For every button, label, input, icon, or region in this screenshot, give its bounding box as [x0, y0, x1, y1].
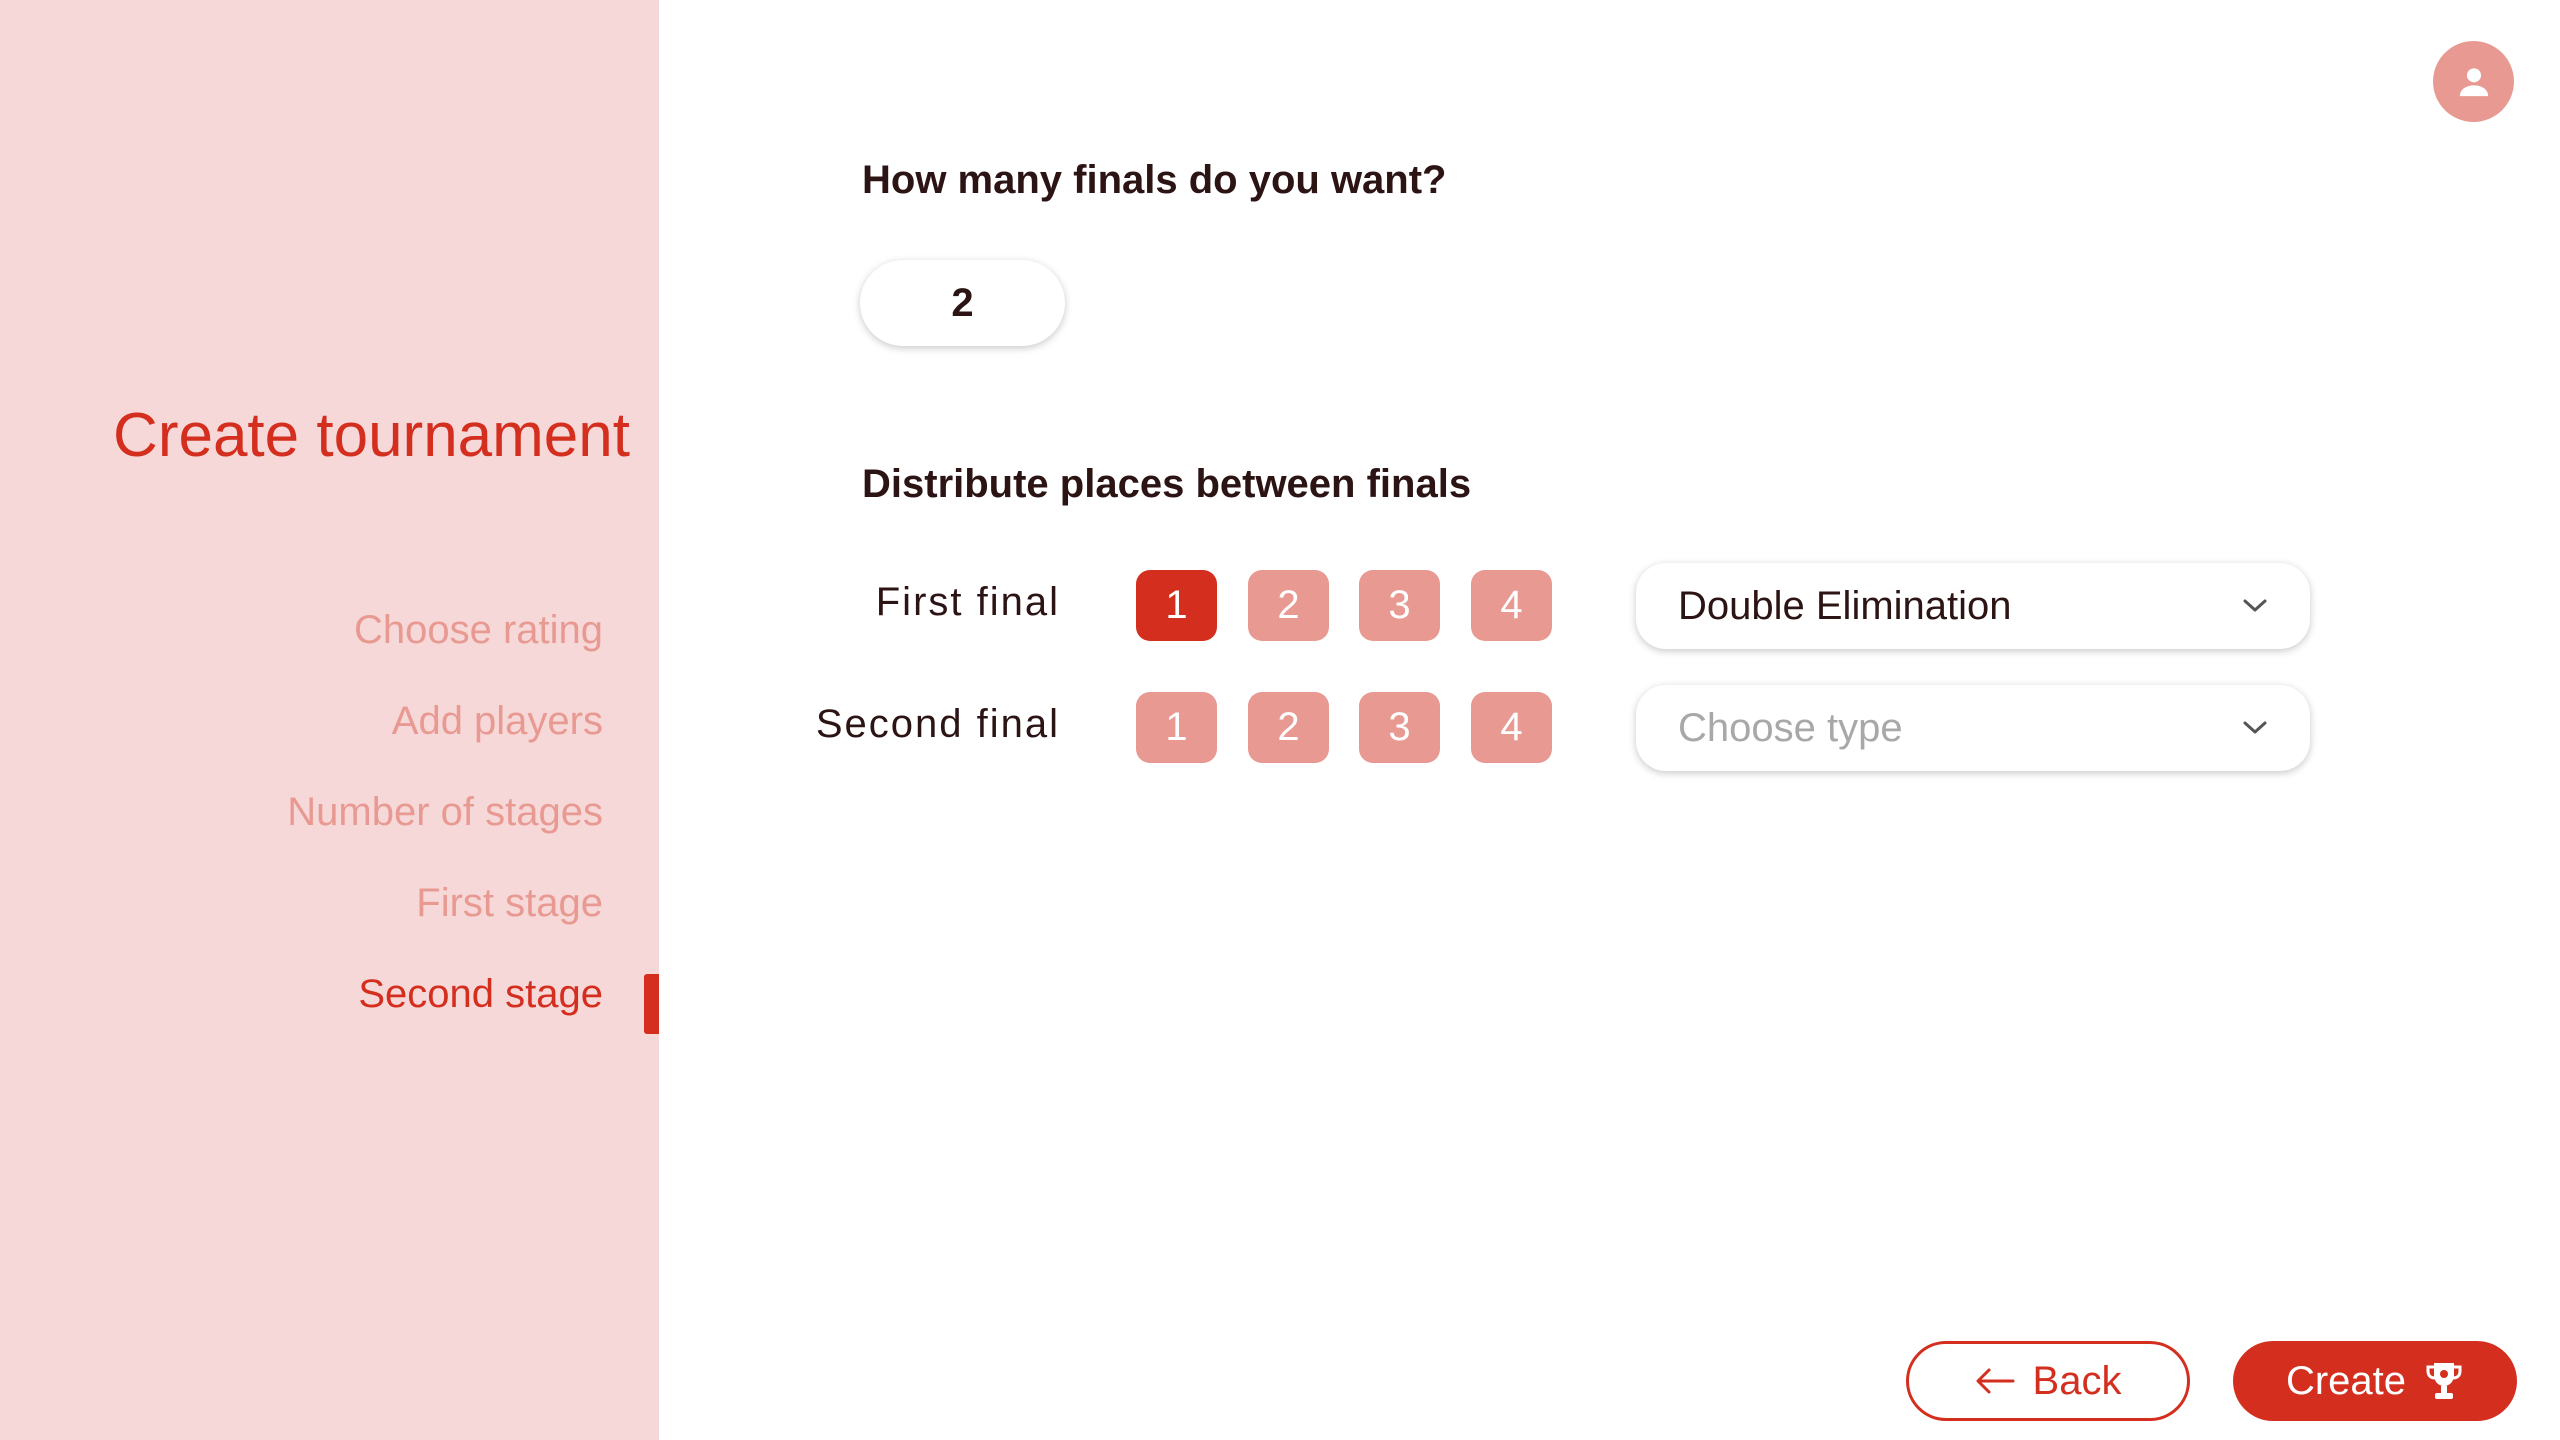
create-button[interactable]: Create [2233, 1341, 2517, 1421]
trophy-icon [2426, 1363, 2462, 1399]
active-step-indicator [644, 974, 659, 1034]
second-final-label: Second final [815, 702, 1060, 746]
second-final-type-select[interactable]: Choose type [1636, 685, 2310, 771]
chevron-down-icon [2243, 721, 2267, 734]
first-final-place-1[interactable]: 1 [1136, 570, 1217, 641]
create-button-label: Create [2285, 1358, 2407, 1403]
back-button-label: Back [2032, 1358, 2122, 1403]
first-final-type-select[interactable]: Double Elimination [1636, 563, 2310, 649]
second-final-place-4[interactable]: 4 [1471, 692, 1552, 763]
first-final-place-2[interactable]: 2 [1248, 570, 1329, 641]
first-final-place-3[interactable]: 3 [1359, 570, 1440, 641]
step-add-players[interactable]: Add players [392, 699, 603, 744]
step-second-stage[interactable]: Second stage [358, 972, 603, 1017]
finals-count-input[interactable]: 2 [860, 260, 1065, 346]
chevron-down-icon [2243, 599, 2267, 612]
first-final-label: First final [875, 580, 1060, 624]
user-icon [2459, 67, 2488, 96]
step-number-of-stages[interactable]: Number of stages [287, 790, 603, 835]
page-title: Create tournament [113, 401, 630, 470]
step-choose-rating[interactable]: Choose rating [354, 608, 603, 653]
user-avatar-button[interactable] [2433, 41, 2514, 122]
second-final-type-placeholder: Choose type [1678, 705, 1903, 750]
sidebar: Create tournament Choose rating Add play… [0, 0, 659, 1440]
step-first-stage[interactable]: First stage [416, 881, 603, 926]
second-final-place-3[interactable]: 3 [1359, 692, 1440, 763]
distribute-heading: Distribute places between finals [862, 462, 1472, 506]
back-button[interactable]: Back [1906, 1341, 2190, 1421]
arrow-left-icon [1976, 1368, 2015, 1394]
first-final-place-4[interactable]: 4 [1471, 570, 1552, 641]
first-final-type-value: Double Elimination [1678, 583, 2012, 628]
second-final-place-1[interactable]: 1 [1136, 692, 1217, 763]
finals-question: How many finals do you want? [862, 158, 1447, 202]
second-final-place-2[interactable]: 2 [1248, 692, 1329, 763]
